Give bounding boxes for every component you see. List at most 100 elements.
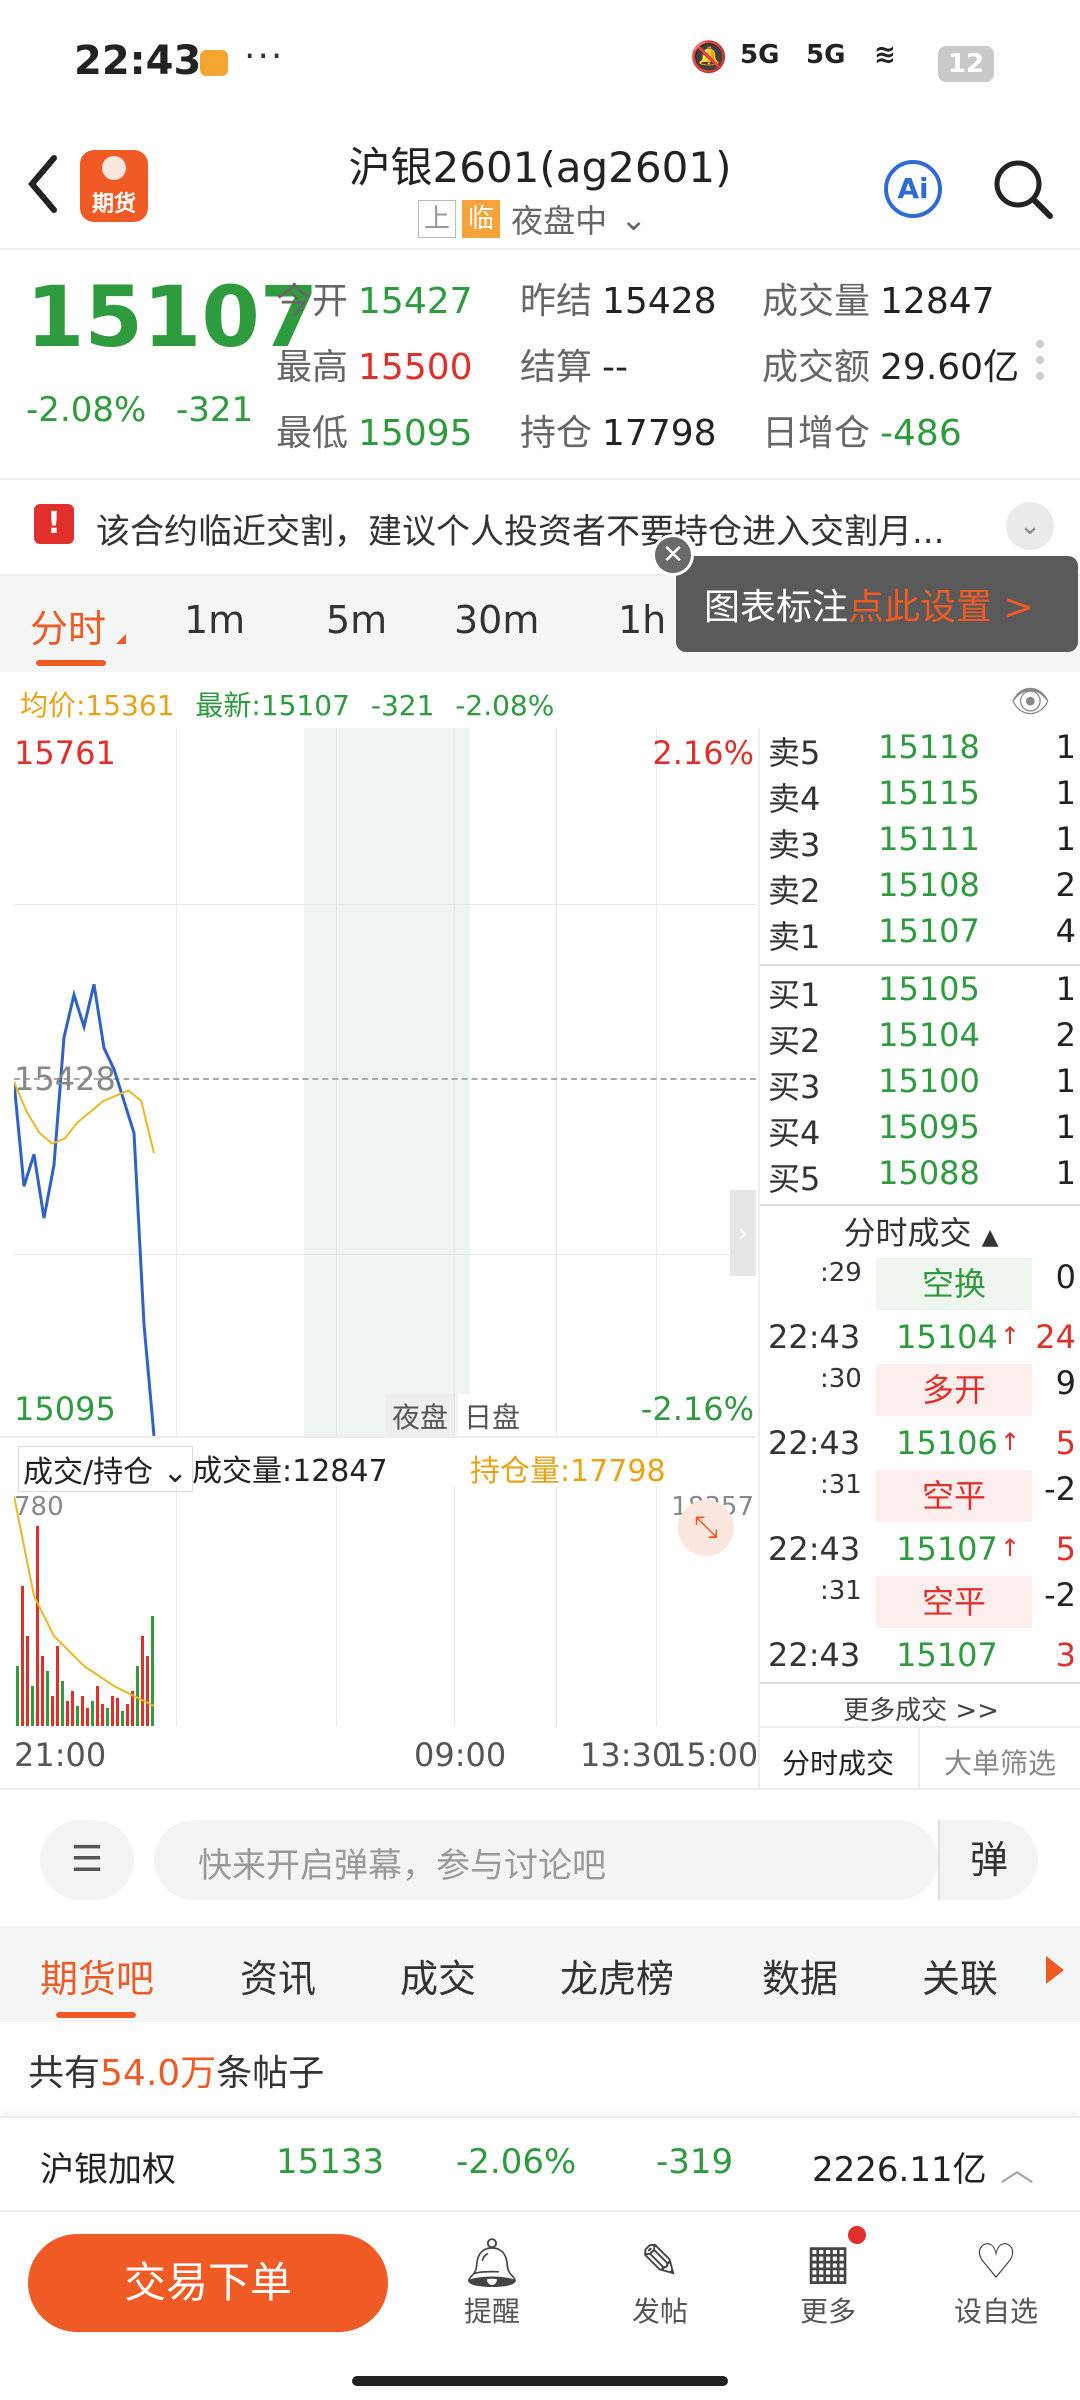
tooltip-link[interactable]: 点此设置 > (848, 587, 1034, 628)
buy-level-4: 买4 15095 1 (768, 1108, 1076, 1152)
nav-alert[interactable]: 🔔︎ 提醒 (432, 2234, 552, 2330)
tab-timeshare-trades[interactable]: 分时成交 (758, 1742, 918, 1782)
search-icon[interactable] (992, 158, 1054, 224)
signal-1-icon: 5G (740, 40, 780, 70)
volume-left-label: 780 (14, 1492, 64, 1522)
chevron-up-icon[interactable]: ︿ (1000, 2142, 1034, 2191)
tab-dragon-tiger[interactable]: 龙虎榜 (560, 1948, 674, 2003)
volume-bar (141, 1636, 144, 1726)
tab-timeshare[interactable]: 分时 (30, 598, 106, 653)
chart-annotation-tooltip[interactable]: 图表标注点此设置 > (676, 556, 1078, 652)
book-divider (760, 1682, 1080, 1684)
weighted-index-row[interactable]: 沪银加权 15133 -2.06% -319 2226.11亿 ︿ (0, 2116, 1080, 2210)
volume-bar (66, 1701, 69, 1726)
volume-bar (91, 1701, 94, 1726)
time-label: 21:00 (14, 1736, 107, 1774)
volume-bar (21, 1586, 24, 1726)
tooltip-text: 图表标注 (704, 587, 849, 628)
posts-count: 共有54.0万条帖子 (28, 2053, 325, 2094)
tab-data[interactable]: 数据 (762, 1948, 838, 2003)
near-delivery-tag: 临 (462, 200, 500, 238)
tab-5m[interactable]: 5m (326, 598, 387, 642)
expand-handle[interactable]: › (730, 1190, 756, 1276)
active-tab-indicator (56, 2012, 136, 2018)
mute-icon: 🔕 (690, 40, 728, 75)
tab-futures-forum[interactable]: 期货吧 (40, 1948, 154, 2003)
sell-level-5: 卖5 15118 1 (768, 728, 1076, 772)
tab-news[interactable]: 资讯 (240, 1948, 316, 2003)
night-session-label[interactable]: 夜盘 (386, 1394, 455, 1438)
scroll-right-icon[interactable] (1046, 1956, 1064, 1984)
volume-bar (121, 1711, 124, 1726)
volume-bar (51, 1696, 54, 1726)
change-percent: -2.08% (26, 390, 147, 430)
more-trades-link[interactable]: 更多成交 >> (760, 1690, 1080, 1727)
time-label: 09:00 (414, 1736, 507, 1774)
volume-chart: 780 18357 ⤡ (14, 1486, 756, 1726)
signal-2-icon: 5G (806, 40, 846, 70)
tab-trades[interactable]: 成交 (400, 1948, 476, 2003)
buy-level-2: 买2 15104 2 (768, 1016, 1076, 1060)
settle-field: 结算 -- (520, 347, 628, 388)
chevron-down-icon[interactable]: ⌄ (1006, 502, 1054, 550)
heart-icon: ♡ (974, 2234, 1018, 2290)
trade-row: :29 空换 0 (760, 1258, 1080, 1314)
latest-change: -321 (370, 689, 435, 722)
status-bar: 22:43 ··· 🔕 5G 5G ≋ 12 (0, 0, 1080, 120)
quote-panel: 15107 -2.08% -321 今开 15427 昨结 15428 成交量 128… (0, 250, 1080, 480)
buy-level-3: 买3 15100 1 (768, 1062, 1076, 1106)
tab-big-orders[interactable]: 大单筛选 (920, 1742, 1080, 1782)
open-interest-field: 持仓 17798 (520, 413, 717, 454)
order-book: 卖5 15118 1 卖4 15115 1 卖3 15111 1 卖2 15108 2 卖1 15… (758, 728, 1080, 1788)
chart-top-price: 15761 (14, 734, 116, 772)
volume-bar (61, 1681, 64, 1726)
tab-related[interactable]: 关联 (922, 1948, 998, 2003)
trade-row: :30 多开 9 (760, 1364, 1080, 1420)
nav-more[interactable]: ▦ 更多 (768, 2234, 888, 2330)
volume-bar-header: 成交/持仓 ⌄ 成交量:12847 持仓量:17798 (0, 1436, 756, 1492)
volume-value: 成交量:12847 (192, 1454, 388, 1489)
trades-title[interactable]: 分时成交 ▲ (760, 1208, 1080, 1254)
session-label: 夜盘中 (511, 202, 608, 240)
chevron-down-icon: ⌄ (620, 200, 648, 238)
nav-watchlist[interactable]: ♡ 设自选 (936, 2234, 1056, 2330)
header: 期货 沪银2601(ag2601) 上临 夜盘中 ⌄ Ai (0, 120, 1080, 250)
nav-post[interactable]: ✎ 发帖 (600, 2234, 720, 2330)
chart-bottom-price: 15095 (14, 1390, 116, 1428)
volume-bar (116, 1698, 119, 1726)
timeshare-chart[interactable]: 15761 2.16% 15428 15095 -2.16% 夜盘 日盘 › (14, 728, 756, 1438)
message-icon (200, 50, 228, 76)
notice-text: 该合约临近交割，建议个人投资者不要持仓进入交割月... (96, 512, 945, 552)
trade-row: :31 空平 -2 (760, 1576, 1080, 1632)
tab-30m[interactable]: 30m (454, 598, 539, 642)
eye-icon[interactable]: 👁 (1010, 682, 1051, 720)
trade-order-button[interactable]: 交易下单 (28, 2234, 388, 2332)
tab-1m[interactable]: 1m (184, 598, 245, 642)
session-selector[interactable]: 上临 夜盘中 ⌄ (418, 196, 648, 240)
turnover-field: 成交额 29.60亿 (762, 347, 1020, 388)
tab-1h[interactable]: 1h (618, 598, 666, 642)
chevron-down-icon: ⌄ (162, 1455, 188, 1490)
volume-bar (146, 1656, 149, 1726)
edit-icon: ✎ (639, 2234, 681, 2290)
grid-icon: ▦ (805, 2234, 851, 2290)
volume-bar (101, 1704, 104, 1726)
volume-bar (36, 1526, 39, 1726)
more-notifications-icon: ··· (244, 36, 285, 77)
danmu-settings-icon[interactable]: ☰ (40, 1820, 134, 1900)
buy-level-1: 买1 15105 1 (768, 970, 1076, 1014)
buy-level-5: 买5 15088 1 (768, 1154, 1076, 1198)
low-field: 最低 15095 (276, 413, 473, 454)
more-vertical-icon[interactable] (1036, 340, 1044, 390)
close-icon[interactable]: ✕ (652, 534, 694, 576)
expand-chart-icon[interactable]: ⤡ (678, 1500, 734, 1556)
wifi-icon: ≋ (874, 40, 896, 70)
ai-button[interactable]: Ai (884, 160, 942, 218)
day-session-label[interactable]: 日盘 (458, 1394, 527, 1438)
open-field: 今开 15427 (276, 281, 473, 322)
danmu-toggle-button[interactable]: 弹 (938, 1820, 1038, 1900)
weighted-price: 15133 (276, 2142, 385, 2182)
comment-input[interactable]: 快来开启弹幕，参与讨论吧 (154, 1820, 938, 1900)
clock: 22:43 (74, 38, 202, 84)
weighted-change: -319 (656, 2142, 734, 2182)
